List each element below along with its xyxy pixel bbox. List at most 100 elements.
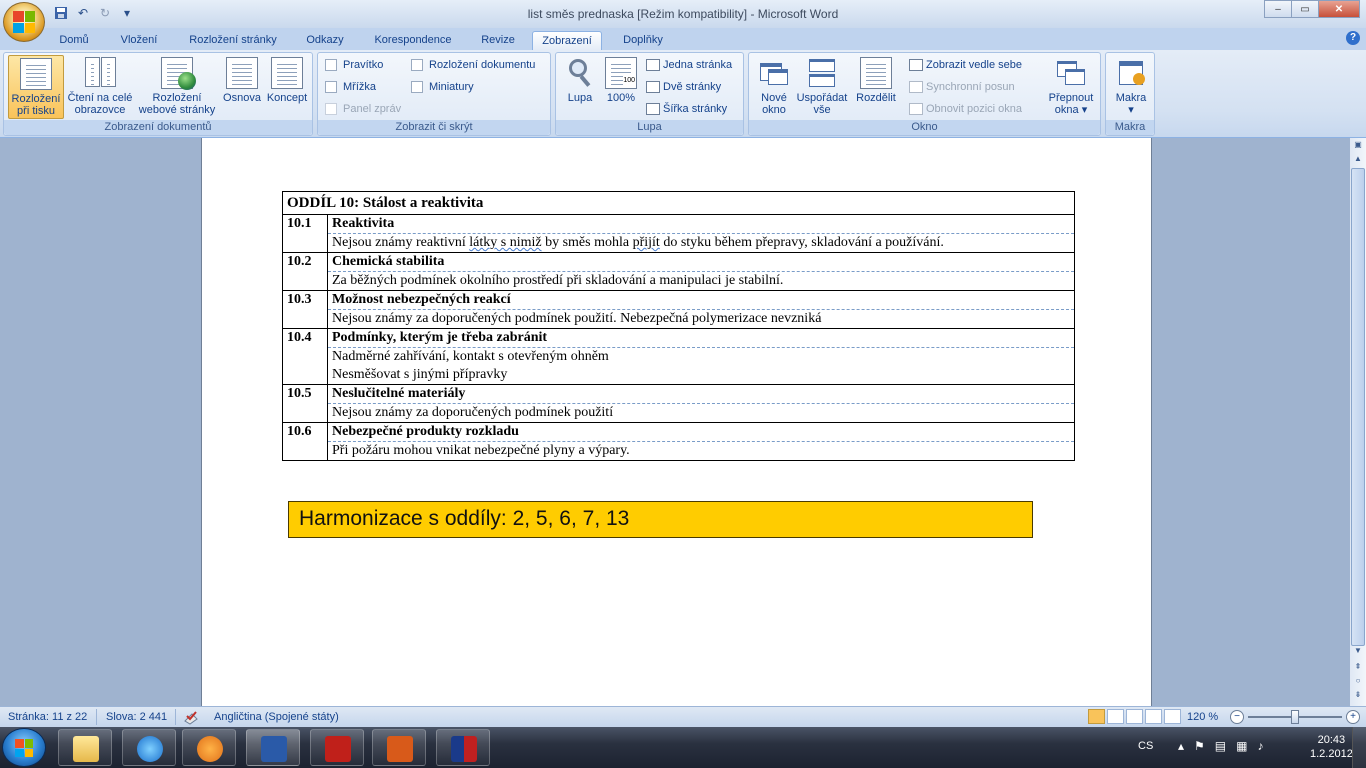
gridlines-checkbox[interactable]: Mřížka bbox=[325, 81, 376, 93]
status-bar: Stránka: 11 z 22 Slova: 2 441 Angličtina… bbox=[0, 706, 1366, 727]
tab-zobrazeni[interactable]: Zobrazení bbox=[532, 31, 602, 50]
print-layout-button[interactable]: Rozložení při tisku bbox=[8, 55, 64, 119]
device-icon[interactable]: ▤ bbox=[1215, 739, 1226, 753]
page-width-button[interactable]: Šířka stránky bbox=[646, 103, 727, 115]
row-heading: Možnost nebezpečných reakcí bbox=[327, 290, 1075, 310]
group-label: Okno bbox=[749, 120, 1100, 135]
tab-revize[interactable]: Revize bbox=[474, 31, 522, 50]
section-title: ODDÍL 10: Stálost a reaktivita bbox=[282, 191, 1075, 215]
ruler-toggle-icon[interactable]: ▣ bbox=[1351, 138, 1365, 152]
draft-button[interactable]: Koncept bbox=[264, 55, 310, 119]
start-button[interactable] bbox=[2, 728, 46, 767]
network-icon[interactable]: ▦ bbox=[1236, 739, 1247, 753]
taskbar-explorer[interactable] bbox=[58, 729, 112, 766]
vertical-scrollbar[interactable]: ▣ ▲ ▼ ⇞ ○ ⇟ bbox=[1350, 138, 1366, 706]
view-side-by-side-button[interactable]: Zobrazit vedle sebe bbox=[909, 59, 1022, 71]
ruler-checkbox[interactable]: Pravítko bbox=[325, 59, 383, 71]
show-desktop-button[interactable] bbox=[1352, 727, 1366, 768]
taskbar-media-player[interactable] bbox=[182, 729, 236, 766]
page-count[interactable]: Stránka: 11 z 22 bbox=[8, 711, 87, 723]
thumbnails-checkbox[interactable]: Miniatury bbox=[411, 81, 474, 93]
document-page[interactable]: ODDÍL 10: Stálost a reaktivita 10.1 Reak… bbox=[201, 138, 1152, 706]
view-print-layout-icon[interactable] bbox=[1088, 709, 1105, 724]
row-heading: Podmínky, kterým je třeba zabránit bbox=[327, 328, 1075, 348]
full-screen-reading-icon bbox=[84, 57, 116, 89]
next-page-icon[interactable]: ⇟ bbox=[1351, 688, 1365, 702]
row-text: Nejsou známy reaktivní látky s nimiž by … bbox=[327, 233, 1075, 253]
harmonization-box: Harmonizace s oddíly: 2, 5, 6, 7, 13 bbox=[288, 501, 1033, 538]
switch-windows-button[interactable]: Přepnout okna ▾ bbox=[1043, 55, 1099, 119]
table-row: 10.2 Chemická stabilita bbox=[282, 252, 1075, 291]
office-button[interactable] bbox=[3, 2, 45, 42]
maximize-button[interactable]: ▭ bbox=[1291, 0, 1319, 18]
split-button[interactable]: Rozdělit bbox=[851, 55, 901, 119]
taskbar-powerpoint[interactable] bbox=[372, 729, 426, 766]
language-indicator[interactable]: Angličtina (Spojené státy) bbox=[214, 711, 339, 723]
synchronous-scrolling-button[interactable]: Synchronní posun bbox=[909, 81, 1015, 93]
taskbar-internet-explorer[interactable] bbox=[122, 729, 176, 766]
view-outline-icon[interactable] bbox=[1145, 709, 1162, 724]
scroll-down-icon[interactable]: ▼ bbox=[1351, 644, 1365, 658]
document-map-checkbox[interactable]: Rozložení dokumentu bbox=[411, 59, 535, 71]
group-lupa: Lupa 100 100% Jedna stránka Dvě stránky … bbox=[555, 52, 744, 136]
scroll-up-icon[interactable]: ▲ bbox=[1351, 152, 1365, 166]
window-title: list směs prednaska [Režim kompatibility… bbox=[527, 7, 839, 21]
tab-korespondence[interactable]: Korespondence bbox=[364, 31, 462, 50]
full-screen-reading-button[interactable]: Čtení na celé obrazovce bbox=[66, 55, 134, 119]
taskbar-other-app[interactable] bbox=[436, 729, 490, 766]
tab-vlozeni[interactable]: Vložení bbox=[110, 31, 168, 50]
word-count[interactable]: Slova: 2 441 bbox=[106, 711, 167, 723]
macros-icon bbox=[1115, 57, 1147, 89]
two-pages-button[interactable]: Dvě stránky bbox=[646, 81, 721, 93]
zoom-out-icon[interactable]: − bbox=[1230, 710, 1244, 724]
action-center-icon[interactable]: ⚑ bbox=[1194, 739, 1205, 753]
volume-icon[interactable]: ♪ bbox=[1257, 739, 1263, 753]
help-icon[interactable]: ? bbox=[1346, 31, 1360, 45]
tab-odkazy[interactable]: Odkazy bbox=[298, 31, 352, 50]
clock-time: 20:43 bbox=[1317, 734, 1346, 746]
view-full-reading-icon[interactable] bbox=[1107, 709, 1124, 724]
media-player-icon bbox=[197, 736, 223, 762]
zoom-level[interactable]: 120 % bbox=[1187, 711, 1218, 723]
input-language[interactable]: CS bbox=[1138, 740, 1153, 752]
zoom-100-button[interactable]: 100 100% bbox=[602, 55, 640, 119]
scrollbar-thumb[interactable] bbox=[1351, 168, 1365, 646]
proofing-icon[interactable] bbox=[184, 711, 200, 725]
table-row: 10.5 Neslučitelné materiály bbox=[282, 384, 1075, 423]
taskbar-acrobat[interactable] bbox=[310, 729, 364, 766]
group-label: Makra bbox=[1106, 120, 1154, 135]
expand-tray-icon[interactable]: ▴ bbox=[1178, 739, 1184, 753]
print-layout-icon bbox=[20, 58, 52, 90]
page-100-icon: 100 bbox=[605, 57, 637, 89]
row-number: 10.3 bbox=[282, 290, 328, 329]
previous-page-icon[interactable]: ⇞ bbox=[1351, 660, 1365, 674]
new-window-button[interactable]: Nové okno bbox=[753, 55, 795, 119]
macros-button[interactable]: Makra ▾ bbox=[1108, 55, 1154, 119]
clock[interactable]: 20:43 1.2.2012 bbox=[1310, 733, 1353, 761]
web-layout-button[interactable]: Rozložení webové stránky bbox=[134, 55, 220, 119]
zoom-slider[interactable]: − + bbox=[1230, 710, 1360, 724]
tab-doplnky[interactable]: Doplňky bbox=[612, 31, 674, 50]
tab-rozlozeni-stranky[interactable]: Rozložení stránky bbox=[180, 31, 286, 50]
zoom-button[interactable]: Lupa bbox=[561, 55, 599, 119]
tab-domu[interactable]: Domů bbox=[52, 31, 96, 50]
taskbar-word[interactable] bbox=[246, 729, 300, 766]
view-draft-icon[interactable] bbox=[1164, 709, 1181, 724]
reset-window-position-button[interactable]: Obnovit pozici okna bbox=[909, 103, 1022, 115]
minimize-button[interactable]: – bbox=[1264, 0, 1292, 18]
document-area[interactable]: ODDÍL 10: Stálost a reaktivita 10.1 Reak… bbox=[0, 138, 1350, 706]
zoom-thumb[interactable] bbox=[1291, 710, 1299, 724]
close-button[interactable]: ✕ bbox=[1318, 0, 1360, 18]
row-text: Nadměrné zahřívání, kontakt s otevřeným … bbox=[327, 347, 1075, 385]
table-row: 10.3 Možnost nebezpečných reakcí bbox=[282, 290, 1075, 329]
outline-button[interactable]: Osnova bbox=[220, 55, 264, 119]
one-page-button[interactable]: Jedna stránka bbox=[646, 59, 732, 71]
message-bar-checkbox[interactable]: Panel zpráv bbox=[325, 103, 401, 115]
powerpoint-icon bbox=[387, 736, 413, 762]
group-zobrazeni-dokumentu: Rozložení při tisku Čtení na celé obrazo… bbox=[3, 52, 313, 136]
view-web-layout-icon[interactable] bbox=[1126, 709, 1143, 724]
zoom-in-icon[interactable]: + bbox=[1346, 710, 1360, 724]
taskbar: CS ▴ ⚑ ▤ ▦ ♪ 20:43 1.2.2012 bbox=[0, 727, 1366, 768]
select-browse-object-icon[interactable]: ○ bbox=[1351, 674, 1365, 688]
arrange-all-button[interactable]: Uspořádat vše bbox=[795, 55, 849, 119]
